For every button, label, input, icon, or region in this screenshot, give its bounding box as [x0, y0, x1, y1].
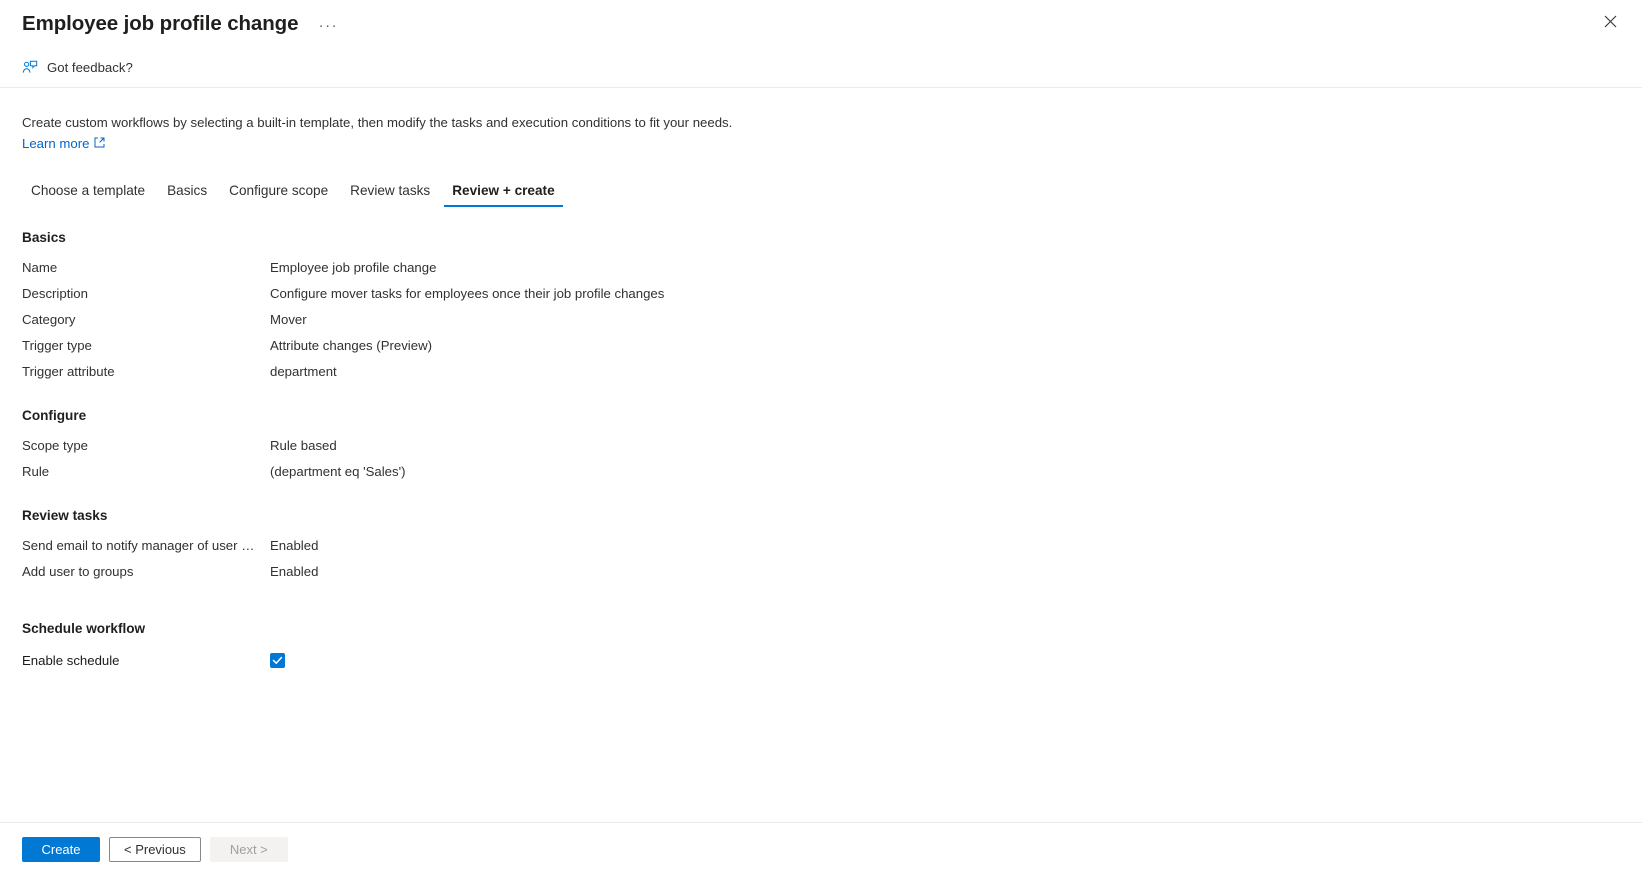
learn-more-label: Learn more — [22, 135, 90, 151]
got-feedback-button[interactable]: Got feedback? — [22, 60, 133, 76]
tab-review-create[interactable]: Review + create — [441, 184, 565, 207]
wizard-tabs: Choose a template Basics Configure scope… — [22, 173, 1620, 207]
enable-schedule-label: Enable schedule — [22, 652, 120, 668]
section-schedule-title: Schedule workflow — [22, 620, 146, 636]
summary-value: department — [270, 363, 337, 379]
summary-row: Description Configure mover tasks for em… — [22, 281, 1620, 307]
summary-value: Mover — [270, 311, 307, 327]
create-button[interactable]: Create — [22, 837, 100, 862]
learn-more-link[interactable]: Learn more — [22, 136, 105, 151]
enable-schedule-checkbox[interactable] — [270, 653, 285, 669]
summary-key: Add user to groups — [22, 563, 134, 579]
summary-row: Rule (department eq 'Sales') — [22, 459, 1620, 485]
summary-row: Add user to groups Enabled — [22, 559, 1620, 585]
checkmark-icon — [272, 655, 283, 666]
summary-key: Scope type — [22, 437, 88, 453]
summary-value: Enabled — [270, 563, 319, 579]
page-title: Employee job profile change — [22, 11, 299, 35]
section-basics-title: Basics — [22, 229, 66, 245]
section-review-tasks: Review tasks Send email to notify manage… — [22, 508, 1620, 585]
blade-content: Create custom workflows by selecting a b… — [0, 88, 1642, 822]
tab-choose-a-template[interactable]: Choose a template — [20, 184, 156, 207]
summary-value: Employee job profile change — [270, 259, 437, 275]
workflow-create-blade: Employee job profile change ··· Got feed… — [0, 0, 1642, 876]
previous-button[interactable]: < Previous — [109, 837, 201, 862]
tab-configure-scope[interactable]: Configure scope — [218, 184, 339, 207]
summary-row: Trigger type Attribute changes (Preview) — [22, 333, 1620, 359]
summary-value: Configure mover tasks for employees once… — [270, 285, 665, 301]
summary-row: Scope type Rule based — [22, 433, 1620, 459]
summary-key: Rule — [22, 463, 50, 479]
more-options-icon[interactable]: ··· — [316, 13, 340, 37]
summary-row: Name Employee job profile change — [22, 255, 1620, 281]
summary-row: Category Mover — [22, 307, 1620, 333]
section-basics: Basics Name Employee job profile change … — [22, 230, 1620, 385]
feedback-person-icon — [22, 60, 38, 76]
summary-row: Trigger attribute department — [22, 359, 1620, 385]
external-link-icon — [94, 136, 105, 151]
feedback-bar: Got feedback? — [0, 48, 1642, 88]
intro-description: Create custom workflows by selecting a b… — [22, 115, 733, 130]
summary-row: Send email to notify manager of user mo…… — [22, 533, 1620, 559]
blade-footer: Create < Previous Next > — [0, 822, 1642, 876]
summary-key: Category — [22, 311, 76, 327]
summary-key: Trigger type — [22, 337, 92, 353]
blade-titlebar: Employee job profile change ··· — [0, 0, 1642, 48]
got-feedback-label: Got feedback? — [47, 60, 133, 75]
next-button: Next > — [209, 837, 288, 862]
summary-value: Rule based — [270, 437, 337, 453]
section-schedule-workflow: Schedule workflow Enable schedule — [22, 621, 1620, 674]
summary-key: Send email to notify manager of user mo… — [22, 537, 270, 553]
summary-key: Name — [22, 259, 58, 275]
summary-key: Trigger attribute — [22, 363, 115, 379]
enable-schedule-row: Enable schedule — [22, 648, 1620, 674]
section-configure-title: Configure — [22, 407, 87, 423]
summary-value: Attribute changes (Preview) — [270, 337, 432, 353]
summary-value: (department eq 'Sales') — [270, 463, 406, 479]
section-configure: Configure Scope type Rule based Rule (de… — [22, 408, 1620, 485]
summary-value: Enabled — [270, 537, 319, 553]
tab-review-tasks[interactable]: Review tasks — [339, 184, 441, 207]
tab-basics[interactable]: Basics — [156, 184, 218, 207]
section-review-tasks-title: Review tasks — [22, 507, 108, 523]
close-icon — [1604, 15, 1617, 33]
close-blade-button[interactable] — [1594, 8, 1626, 40]
summary-key: Description — [22, 285, 88, 301]
